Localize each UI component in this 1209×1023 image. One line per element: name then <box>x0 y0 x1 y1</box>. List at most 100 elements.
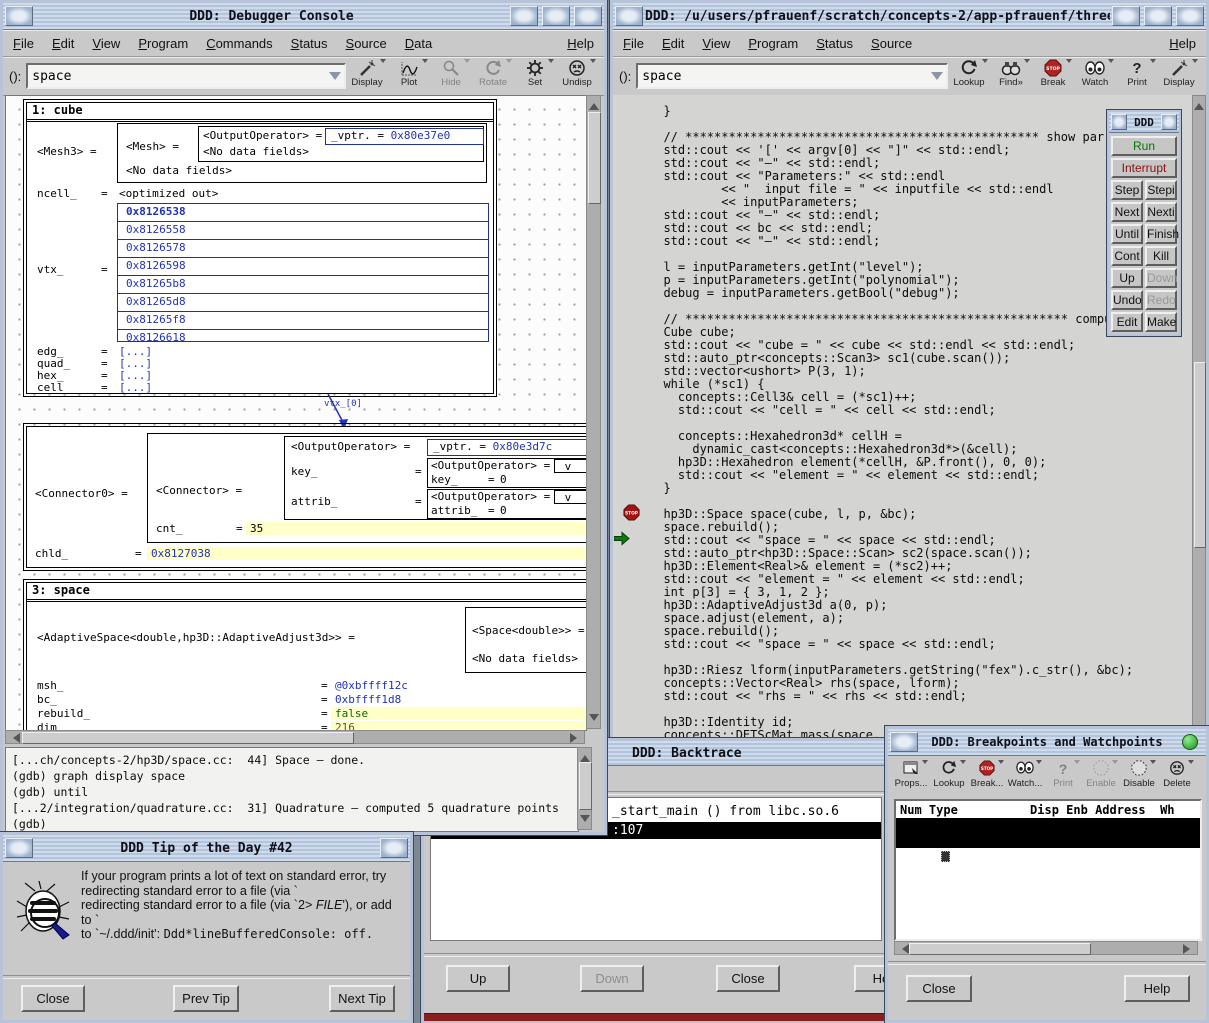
edit-button[interactable]: Edit <box>1111 312 1143 332</box>
key-struct-box[interactable]: <OutputOperator> = _v key_ = 0 <box>427 458 587 488</box>
vptr-value-box[interactable]: _vptr. = 0x80e3d7c <box>427 439 587 456</box>
cont-button[interactable]: Cont <box>1111 246 1143 266</box>
console-titlebar[interactable]: DDD: Debugger Console <box>3 3 604 30</box>
vtx-item[interactable]: 0x8126598 <box>118 258 488 276</box>
command-tool-menu-button[interactable] <box>1111 114 1127 130</box>
display-3-space[interactable]: 3: space <AdaptiveSpace<double,hp3D::Ada… <box>26 582 587 731</box>
breakpoints-hscroll-thumb[interactable] <box>909 943 1091 955</box>
close-button[interactable] <box>1176 6 1204 26</box>
tip-next-button[interactable]: Next Tip <box>329 985 395 1012</box>
menu-program[interactable]: Program <box>748 36 798 51</box>
display-button[interactable]: Display <box>346 59 388 93</box>
window-menu-button[interactable] <box>5 6 33 26</box>
breakpoints-close-button[interactable]: Close <box>906 975 972 1002</box>
vtx-item[interactable]: 0x81265f8 <box>118 312 488 330</box>
break-button[interactable]: STOP Break <box>1032 59 1074 93</box>
breakpoint-hit-row[interactable]: breakpoint already hit 1 time <box>896 833 1200 848</box>
vtx-value-list[interactable]: 0x8126538 0x8126558 0x8126578 0x8126598 … <box>117 203 489 342</box>
space-double-struct-box[interactable]: <Space<double>> = <Output <No dat <No da… <box>465 607 587 673</box>
find-button[interactable]: Find» <box>990 59 1032 93</box>
attrib-struct-box[interactable]: <OutputOperator> = _v attrib_ = 0 <box>427 489 587 519</box>
interrupt-button[interactable]: Interrupt <box>1111 158 1177 178</box>
disable-button[interactable]: Disable <box>1120 760 1158 794</box>
until-button[interactable]: Until <box>1111 224 1143 244</box>
data-scrollbar-thumb[interactable] <box>588 112 601 204</box>
tip-prev-button[interactable]: Prev Tip <box>173 985 239 1012</box>
menu-status[interactable]: Status <box>291 36 328 51</box>
source-titlebar[interactable]: DDD: /u/users/pfrauenf/scratch/concepts-… <box>613 3 1206 30</box>
command-tool-titlebar[interactable]: DDD <box>1109 112 1179 133</box>
maximize-button[interactable] <box>380 838 408 858</box>
vtx-item[interactable]: 0x81265b8 <box>118 276 488 294</box>
lookup-button[interactable]: Lookup <box>930 760 968 794</box>
close-button[interactable] <box>574 6 602 26</box>
window-menu-button[interactable] <box>5 838 33 858</box>
argument-combo[interactable] <box>636 63 948 89</box>
breakpoint-row[interactable]: 1 breakpoint keep y 0x08057ea0 in <box>896 818 1200 833</box>
lookup-button[interactable]: Lookup <box>948 59 990 93</box>
gdb-console-output[interactable]: [...ch/concepts-2/hp3D/space.cc: 44] Spa… <box>5 747 579 832</box>
menu-edit[interactable]: Edit <box>52 36 74 51</box>
print-button[interactable]: ? Print <box>1116 59 1158 93</box>
menu-program[interactable]: Program <box>138 36 188 51</box>
watch-button[interactable]: Watch <box>1074 59 1116 93</box>
gdb-vertical-scrollbar[interactable] <box>577 747 592 830</box>
tip-close-button[interactable]: Close <box>21 985 85 1012</box>
vtx-item[interactable]: 0x8126578 <box>118 240 488 258</box>
breakpoint-stop-icon[interactable]: STOP <box>623 504 640 526</box>
menu-view[interactable]: View <box>702 36 730 51</box>
finish-button[interactable]: Finish <box>1145 224 1177 244</box>
make-button[interactable]: Make <box>1145 312 1177 332</box>
data-vertical-scrollbar[interactable] <box>586 95 601 729</box>
up-button[interactable]: Up <box>1111 268 1143 288</box>
menu-commands[interactable]: Commands <box>206 36 272 51</box>
menu-source[interactable]: Source <box>346 36 387 51</box>
breakpoints-list[interactable]: Num Type Disp Enb Address Wh 1 breakpoin… <box>894 799 1202 941</box>
menu-source[interactable]: Source <box>871 36 912 51</box>
source-scrollbar-thumb[interactable] <box>1194 362 1206 548</box>
cell-value[interactable]: [...] <box>119 381 152 394</box>
display-button[interactable]: Display <box>1158 59 1200 93</box>
display-2-connector[interactable]: <Connector0> = <Connector> = <OutputOper… <box>26 426 587 568</box>
menu-help[interactable]: Help <box>567 36 594 51</box>
menu-file[interactable]: File <box>13 36 34 51</box>
connector-struct-box[interactable]: <Connector> = <OutputOperator> = _vptr. … <box>147 433 587 543</box>
combo-dropdown-icon[interactable] <box>931 72 943 86</box>
vtx-item[interactable]: 0x8126558 <box>118 222 488 240</box>
run-button[interactable]: Run <box>1111 136 1177 156</box>
backtrace-up-button[interactable]: Up <box>446 965 510 992</box>
vtx-item[interactable]: 0x8126618 <box>118 330 488 347</box>
display-3-title[interactable]: 3: space <box>27 583 587 602</box>
props-button[interactable]: Props... <box>892 760 930 794</box>
maximize-button[interactable] <box>542 6 570 26</box>
backtrace-frame-line[interactable]: _start_main () from libc.so.6 <box>612 804 839 819</box>
backtrace-close-button[interactable]: Close <box>716 965 780 992</box>
undo-button[interactable]: Undo <box>1111 290 1143 310</box>
menu-file[interactable]: File <box>623 36 644 51</box>
plot-button[interactable]: Plot <box>388 59 430 93</box>
vptr-value-box[interactable]: _vptr. = 0x80e37e0 <box>325 128 484 145</box>
breakpoints-help-button[interactable]: Help <box>1124 975 1190 1002</box>
data-hscrollbar-thumb[interactable] <box>22 732 354 744</box>
window-menu-button[interactable] <box>615 6 643 26</box>
argument-input[interactable] <box>28 69 344 84</box>
menu-edit[interactable]: Edit <box>662 36 684 51</box>
data-horizontal-scrollbar[interactable] <box>5 730 585 744</box>
watch-button[interactable]: Watch... <box>1006 760 1044 794</box>
stepi-button[interactable]: Stepi <box>1145 180 1177 200</box>
argument-input[interactable] <box>638 69 946 84</box>
menu-view[interactable]: View <box>92 36 120 51</box>
argument-combo[interactable] <box>26 63 346 89</box>
outputoperator-struct-box[interactable]: <OutputOperator> = _vptr. = 0x80e37e0 <N… <box>198 126 484 162</box>
menu-help[interactable]: Help <box>1169 36 1196 51</box>
nexti-button[interactable]: Nexti <box>1145 202 1177 222</box>
command-tool-close-button[interactable] <box>1161 114 1177 130</box>
gdb-scrollbar-thumb[interactable] <box>579 762 592 810</box>
kill-button[interactable]: Kill <box>1145 246 1177 266</box>
breakpoints-hscrollbar[interactable] <box>894 941 1198 955</box>
maximize-button[interactable] <box>1144 6 1172 26</box>
tip-titlebar[interactable]: DDD Tip of the Day #42 <box>3 835 410 862</box>
vtx-item[interactable]: 0x81265d8 <box>118 294 488 312</box>
window-menu-button[interactable] <box>890 732 918 752</box>
menu-status[interactable]: Status <box>816 36 853 51</box>
